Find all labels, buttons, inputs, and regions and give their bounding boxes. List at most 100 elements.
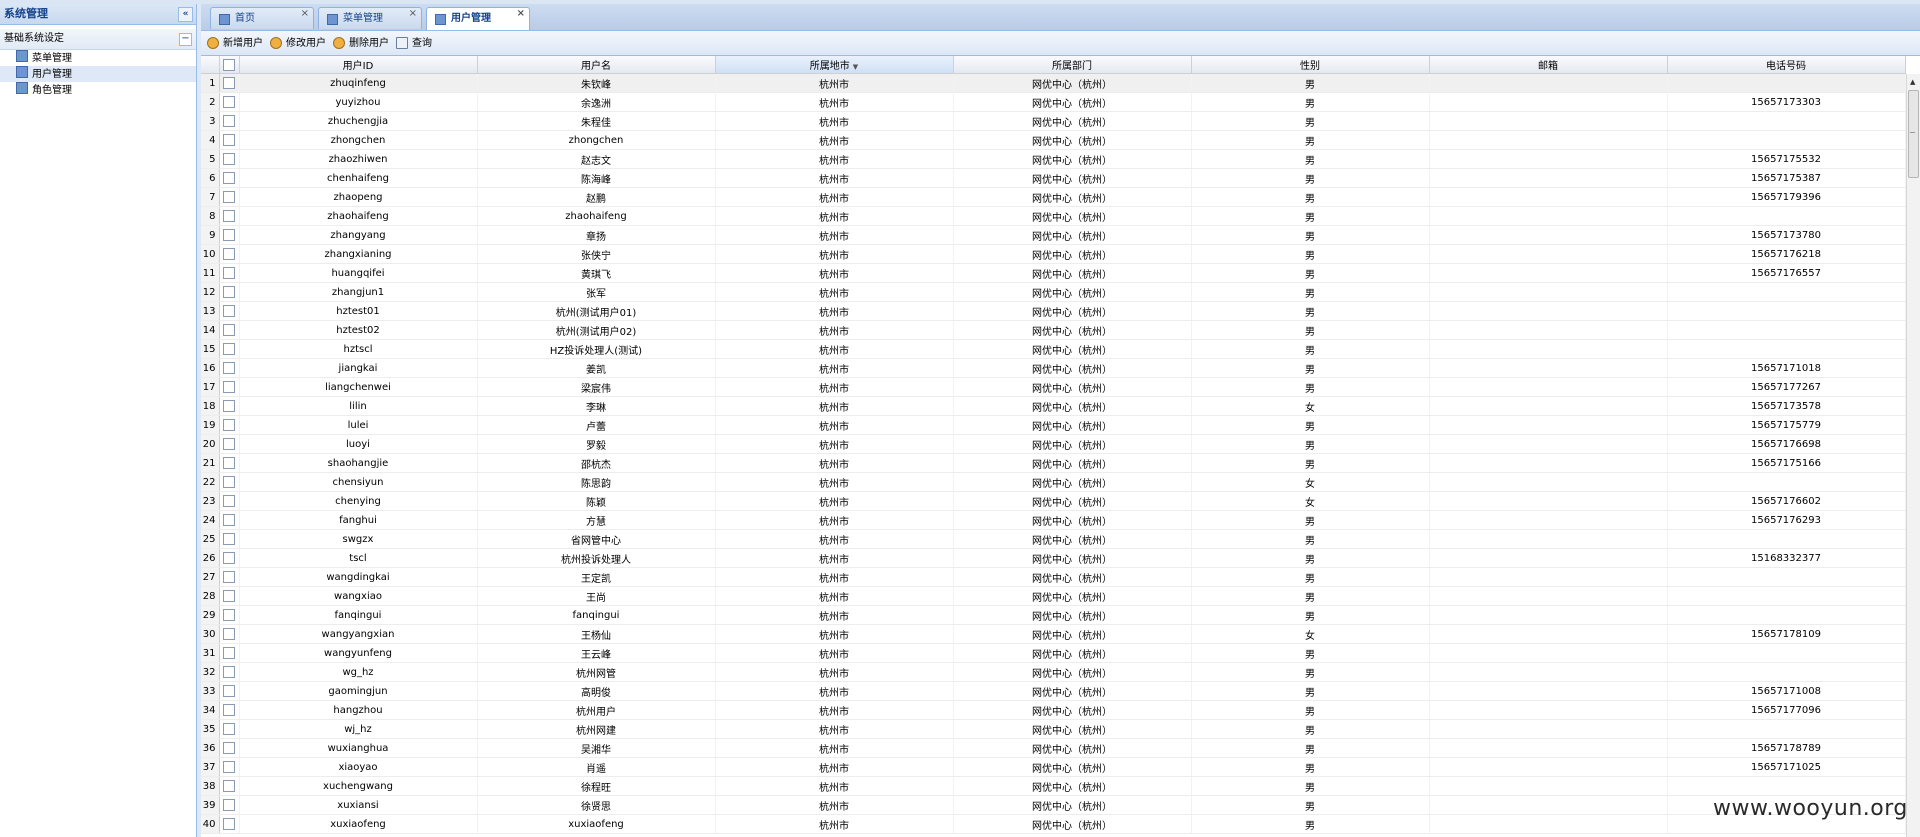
nav-item[interactable]: 角色管理 xyxy=(0,82,196,98)
table-row[interactable]: 33 gaomingjun 高明俊 杭州市 网优中心（杭州）男 15657171008 xyxy=(201,681,1906,701)
table-row[interactable]: 27 wangdingkai 王定凯 杭州市 网优中心（杭州）男 xyxy=(201,567,1906,587)
column-header-user-id[interactable]: 用户ID xyxy=(239,56,478,74)
table-row[interactable]: 14 hztest02 杭州(测试用户02) 杭州市 网优中心（杭州）男 xyxy=(201,320,1906,340)
row-checkbox[interactable] xyxy=(223,552,235,564)
row-checkbox[interactable] xyxy=(223,324,235,336)
tab-home[interactable]: 首页 × xyxy=(210,7,314,29)
row-checkbox[interactable] xyxy=(223,571,235,583)
row-checkbox[interactable] xyxy=(223,742,235,754)
edit-user-button[interactable]: 修改用户 xyxy=(270,36,326,52)
table-row[interactable]: 7 zhaopeng 赵鹏 杭州市 网优中心（杭州）男 15657179396 xyxy=(201,187,1906,207)
collapse-panel-button[interactable]: « xyxy=(178,7,193,22)
column-header-gender[interactable]: 性别 xyxy=(1191,56,1430,74)
column-header-email[interactable]: 邮箱 xyxy=(1429,56,1668,74)
table-row[interactable]: 35 wj_hz 杭州网建 杭州市 网优中心（杭州）男 xyxy=(201,719,1906,739)
table-row[interactable]: 28 wangxiao 王尚 杭州市 网优中心（杭州）男 xyxy=(201,586,1906,606)
table-row[interactable]: 4 zhongchen zhongchen 杭州市 网优中心（杭州）男 xyxy=(201,130,1906,150)
table-row[interactable]: 24 fanghui 方慧 杭州市 网优中心（杭州）男 15657176293 xyxy=(201,510,1906,530)
row-checkbox[interactable] xyxy=(223,438,235,450)
row-checkbox[interactable] xyxy=(223,77,235,89)
table-row[interactable]: 18 lilin 李琳 杭州市 网优中心（杭州）女 15657173578 xyxy=(201,396,1906,416)
table-row[interactable]: 20 luoyi 罗毅 杭州市 网优中心（杭州）男 15657176698 xyxy=(201,434,1906,454)
close-icon[interactable]: × xyxy=(517,3,525,25)
row-checkbox[interactable] xyxy=(223,647,235,659)
scroll-up-icon[interactable]: ▲ xyxy=(1910,78,1915,86)
table-row[interactable]: 36 wuxianghua 吴湘华 杭州市 网优中心（杭州）男 15657178789 xyxy=(201,738,1906,758)
row-checkbox[interactable] xyxy=(223,267,235,279)
row-checkbox[interactable] xyxy=(223,153,235,165)
table-row[interactable]: 37 xiaoyao 肖遥 杭州市 网优中心（杭州）男 15657171025 xyxy=(201,757,1906,777)
row-checkbox[interactable] xyxy=(223,286,235,298)
table-row[interactable]: 38 xuchengwang 徐程旺 杭州市 网优中心（杭州）男 xyxy=(201,776,1906,796)
row-checkbox[interactable] xyxy=(223,343,235,355)
vertical-scrollbar[interactable]: ▲ xyxy=(1906,74,1920,837)
column-header-phone[interactable]: 电话号码 xyxy=(1667,56,1906,74)
close-icon[interactable]: × xyxy=(301,3,309,25)
row-checkbox[interactable] xyxy=(223,457,235,469)
table-row[interactable]: 6 chenhaifeng 陈海峰 杭州市 网优中心（杭州）男 15657175387 xyxy=(201,168,1906,188)
row-checkbox[interactable] xyxy=(223,628,235,640)
row-checkbox[interactable] xyxy=(223,210,235,222)
row-checkbox[interactable] xyxy=(223,248,235,260)
table-row[interactable]: 17 liangchenwei 梁宸伟 杭州市 网优中心（杭州）男 15657177267 xyxy=(201,377,1906,397)
table-row[interactable]: 40 xuxiaofeng xuxiaofeng 杭州市 网优中心（杭州）男 xyxy=(201,814,1906,834)
row-checkbox[interactable] xyxy=(223,533,235,545)
delete-user-button[interactable]: 删除用户 xyxy=(333,36,389,52)
row-checkbox[interactable] xyxy=(223,400,235,412)
table-row[interactable]: 8 zhaohaifeng zhaohaifeng 杭州市 网优中心（杭州）男 xyxy=(201,206,1906,226)
table-row[interactable]: 34 hangzhou 杭州用户 杭州市 网优中心（杭州）男 15657177096 xyxy=(201,700,1906,720)
nav-item[interactable]: 用户管理 xyxy=(0,66,196,82)
select-all-checkbox[interactable] xyxy=(223,58,235,71)
row-checkbox[interactable] xyxy=(223,723,235,735)
table-row[interactable]: 25 swgzx 省网管中心 杭州市 网优中心（杭州）男 xyxy=(201,529,1906,549)
row-checkbox[interactable] xyxy=(223,191,235,203)
table-row[interactable]: 19 lulei 卢蕾 杭州市 网优中心（杭州）男 15657175779 xyxy=(201,415,1906,435)
close-icon[interactable]: × xyxy=(409,3,417,25)
row-checkbox[interactable] xyxy=(223,666,235,678)
table-row[interactable]: 39 xuxiansi 徐贤思 杭州市 网优中心（杭州）男 xyxy=(201,795,1906,815)
row-checkbox[interactable] xyxy=(223,780,235,792)
row-checkbox[interactable] xyxy=(223,419,235,431)
column-header-city[interactable]: 所属地市 ▼ xyxy=(715,56,954,74)
section-header[interactable]: 基础系统设定 − xyxy=(0,29,196,50)
table-row[interactable]: 12 zhangjun1 张军 杭州市 网优中心（杭州）男 xyxy=(201,282,1906,302)
table-row[interactable]: 9 zhangyang 章扬 杭州市 网优中心（杭州）男 15657173780 xyxy=(201,225,1906,245)
column-header-department[interactable]: 所属部门 xyxy=(953,56,1192,74)
row-checkbox[interactable] xyxy=(223,172,235,184)
row-checkbox[interactable] xyxy=(223,229,235,241)
table-row[interactable]: 13 hztest01 杭州(测试用户01) 杭州市 网优中心（杭州）男 xyxy=(201,301,1906,321)
table-row[interactable]: 31 wangyunfeng 王云峰 杭州市 网优中心（杭州）男 xyxy=(201,643,1906,663)
query-button[interactable]: 查询 xyxy=(396,36,432,52)
table-row[interactable]: 21 shaohangjie 邵杭杰 杭州市 网优中心（杭州）男 15657175166 xyxy=(201,453,1906,473)
table-row[interactable]: 16 jiangkai 姜凯 杭州市 网优中心（杭州）男 15657171018 xyxy=(201,358,1906,378)
row-checkbox[interactable] xyxy=(223,134,235,146)
row-checkbox[interactable] xyxy=(223,115,235,127)
tab-menu-management[interactable]: 菜单管理 × xyxy=(318,7,422,29)
table-row[interactable]: 11 huangqifei 黄琪飞 杭州市 网优中心（杭州）男 15657176557 xyxy=(201,263,1906,283)
row-checkbox[interactable] xyxy=(223,704,235,716)
row-checkbox[interactable] xyxy=(223,685,235,697)
row-checkbox[interactable] xyxy=(223,761,235,773)
row-checkbox[interactable] xyxy=(223,818,235,830)
table-row[interactable]: 3 zhuchengjia 朱程佳 杭州市 网优中心（杭州）男 xyxy=(201,111,1906,131)
row-checkbox[interactable] xyxy=(223,476,235,488)
nav-item[interactable]: 菜单管理 xyxy=(0,50,196,66)
table-row[interactable]: 22 chensiyun 陈思韵 杭州市 网优中心（杭州）女 xyxy=(201,472,1906,492)
table-row[interactable]: 10 zhangxianing 张侠宁 杭州市 网优中心（杭州）男 15657176218 xyxy=(201,244,1906,264)
table-row[interactable]: 29 fanqingui fanqingui 杭州市 网优中心（杭州）男 xyxy=(201,605,1906,625)
row-checkbox[interactable] xyxy=(223,305,235,317)
table-row[interactable]: 1 zhuqinfeng 朱钦峰 杭州市 网优中心（杭州）男 xyxy=(201,74,1906,93)
table-row[interactable]: 30 wangyangxian 王杨仙 杭州市 网优中心（杭州）女 15657178109 xyxy=(201,624,1906,644)
collapse-section-button[interactable]: − xyxy=(179,33,192,46)
table-row[interactable]: 32 wg_hz 杭州网管 杭州市 网优中心（杭州）男 xyxy=(201,662,1906,682)
table-row[interactable]: 15 hztscl HZ投诉处理人(测试) 杭州市 网优中心（杭州）男 xyxy=(201,339,1906,359)
table-row[interactable]: 23 chenying 陈颖 杭州市 网优中心（杭州）女 15657176602 xyxy=(201,491,1906,511)
row-checkbox[interactable] xyxy=(223,590,235,602)
table-row[interactable]: 26 tscl 杭州投诉处理人 杭州市 网优中心（杭州）男 15168332377 xyxy=(201,548,1906,568)
table-row[interactable]: 5 zhaozhiwen 赵志文 杭州市 网优中心（杭州）男 15657175532 xyxy=(201,149,1906,169)
column-header-username[interactable]: 用户名 xyxy=(477,56,716,74)
scrollbar-thumb[interactable] xyxy=(1908,90,1919,178)
table-row[interactable]: 2 yuyizhou 余逸洲 杭州市 网优中心（杭州）男 15657173303 xyxy=(201,92,1906,112)
row-checkbox[interactable] xyxy=(223,362,235,374)
add-user-button[interactable]: 新增用户 xyxy=(207,36,263,52)
